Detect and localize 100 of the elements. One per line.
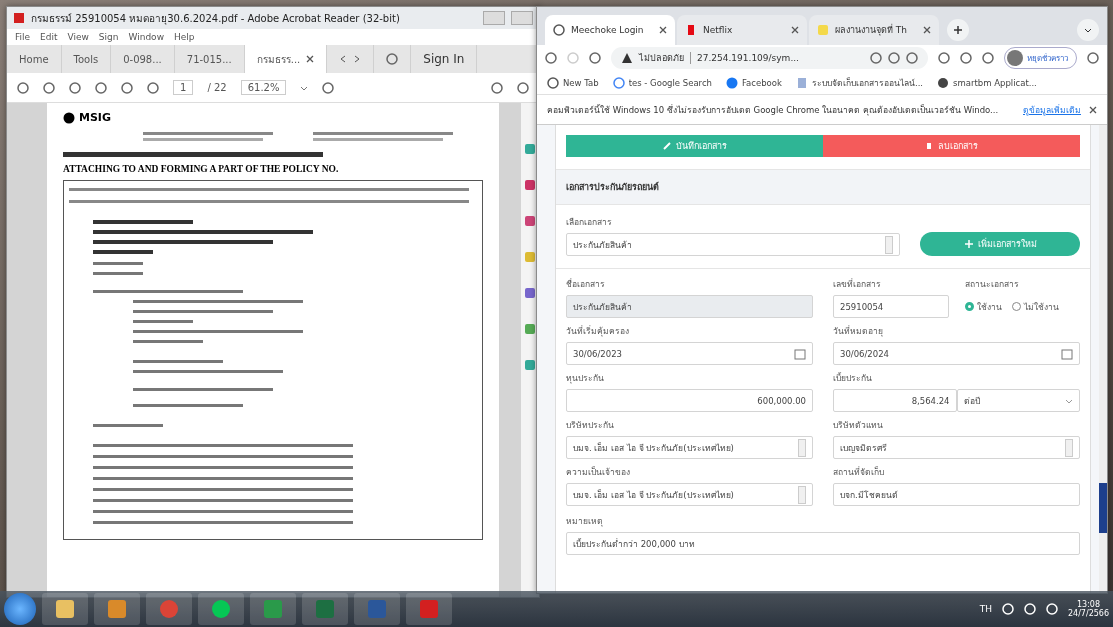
- menu-item[interactable]: Window: [128, 32, 164, 42]
- field-label: บริษัทประกัน: [566, 419, 615, 432]
- play-icon: [107, 599, 127, 619]
- taskbar-app[interactable]: [198, 593, 244, 625]
- security-label: ไม่ปลอดภัย: [639, 52, 684, 65]
- globe-icon: [547, 76, 559, 89]
- field-label: สถานที่จัดเก็บ: [833, 465, 885, 479]
- menu-item[interactable]: Edit: [40, 32, 58, 42]
- menu-item[interactable]: Sign: [98, 32, 119, 42]
- tool-icon: [524, 251, 536, 263]
- period-select[interactable]: ต่อปี: [956, 389, 1080, 412]
- taskbar-app[interactable]: [354, 593, 400, 625]
- language-indicator[interactable]: TH: [979, 604, 992, 614]
- tool-icon: [524, 143, 536, 155]
- field-label: ชื่อเอกสาร: [566, 277, 606, 291]
- calendar-icon: [794, 347, 806, 360]
- bookmark[interactable]: tes - Google Search: [612, 76, 712, 89]
- section-header: เอกสารประกันภัยรถยนต์: [556, 169, 1090, 205]
- taskbar-app[interactable]: [146, 593, 192, 625]
- taskbar-app[interactable]: [94, 593, 140, 625]
- clock[interactable]: 13:08 24/7/2566: [1067, 600, 1109, 618]
- tab[interactable]: กรมธรร...: [244, 45, 328, 73]
- taskbar-app[interactable]: [42, 593, 88, 625]
- plus-icon: [963, 239, 974, 249]
- browser-tab[interactable]: ผลงานงานจุดที่ Th: [809, 15, 939, 45]
- tool-icon: [524, 215, 536, 227]
- new-tab-button[interactable]: [947, 19, 969, 41]
- globe-icon: [553, 24, 565, 36]
- select-field[interactable]: บมจ. เอ็ม เอส ไอ จี ประกันภัย(ประเทศไทย): [566, 436, 813, 459]
- maximize-button[interactable]: [511, 11, 533, 25]
- close-icon: [659, 26, 667, 34]
- close-icon: [923, 26, 931, 34]
- close-icon: [791, 26, 799, 34]
- address-bar[interactable]: ไม่ปลอดภัย 27.254.191.109/sym...: [611, 47, 928, 69]
- taskbar-app[interactable]: [250, 593, 296, 625]
- field-label: ทุนประกัน: [566, 372, 605, 385]
- chevron-left-icon: [339, 55, 348, 63]
- n-letter-icon: [685, 24, 697, 36]
- field-label: วันที่หมดอายุ: [833, 324, 884, 338]
- chevron-right-icon: [353, 55, 362, 63]
- plus-icon: [953, 25, 963, 35]
- url-text: 27.254.191.109/sym...: [697, 53, 799, 63]
- info-bar-message: คอมพิวเตอร์นี้ใช้ Windows 10 ซึ่งไม่รองรับการอัปเดต Google Chrome ในอนาคต คุณต้องอัปเดตเป็นเวอร์ชัน Windo...: [547, 103, 1000, 117]
- select-field[interactable]: บมจ. เอ็ม เอส ไอ จี ประกันภัย(ประเทศไทย): [566, 483, 813, 506]
- logo-mark-icon: [63, 111, 75, 124]
- excel-icon: [315, 599, 335, 619]
- radio-option[interactable]: ไม่ใช้งาน: [1011, 299, 1059, 314]
- tool-icon: [524, 287, 536, 299]
- spinner-icon: [885, 235, 893, 254]
- warning-icon: [621, 52, 633, 64]
- field-label: บริษัทตัวแทน: [833, 419, 884, 432]
- field-label: วันที่เริ่มคุ้มครอง: [566, 324, 630, 338]
- window-title: กรมธรรม์ 25910054 หมดอายุ30.6.2024.pdf - Adobe Acrobat Reader (32-bit): [31, 11, 401, 26]
- logo-text: MSIG: [79, 111, 111, 124]
- field-label: หมายเหตุ: [566, 515, 604, 528]
- tab-search-button[interactable]: [1077, 19, 1099, 41]
- field-label: เบี้ยประกัน: [833, 371, 873, 385]
- folder-icon: [55, 599, 75, 619]
- acrobat-icon: [419, 599, 439, 619]
- page-total: / 22: [207, 82, 227, 93]
- menu-item[interactable]: File: [15, 32, 31, 42]
- facebook-icon: [726, 76, 738, 89]
- zoom-select[interactable]: 61.2%: [240, 80, 287, 95]
- taskbar-app[interactable]: [302, 593, 348, 625]
- name-field: ประกันภัยสินค้า: [566, 295, 813, 318]
- chrome-icon: [159, 599, 179, 619]
- chat-icon: [211, 599, 231, 619]
- tool-icon: [524, 359, 536, 371]
- spinner-icon: [1065, 438, 1073, 457]
- date-field[interactable]: 30/06/2023: [566, 342, 813, 365]
- page-number-field[interactable]: 1: [173, 80, 194, 95]
- field-label: เลือกเอกสาร: [566, 216, 613, 229]
- browser-tab[interactable]: Netflix: [677, 15, 807, 45]
- bookmark[interactable]: Facebook: [726, 76, 782, 89]
- document-select[interactable]: ประกันภัยสินค้า: [566, 233, 900, 256]
- amount-field[interactable]: 600,000.00: [566, 389, 813, 412]
- premium-field[interactable]: 8,564.24: [833, 389, 957, 412]
- bookmark[interactable]: ระบบจัดเก็บเอกสารออนไลน์...: [795, 75, 924, 90]
- select-field[interactable]: เบญจมิตรศรี: [833, 436, 1080, 459]
- start-button[interactable]: [4, 593, 36, 625]
- bookmark[interactable]: New Tab: [547, 76, 599, 89]
- policy-heading: ATTACHING TO AND FORMING A PART OF THE POLICY NO.: [63, 164, 340, 174]
- bookmark[interactable]: smartbm Applicat...: [937, 76, 1037, 89]
- radio-option[interactable]: ใช้งาน: [964, 299, 1002, 314]
- browser-tab[interactable]: Meechoke Login: [545, 15, 675, 45]
- text-field[interactable]: บจก.มีโชคยนต์: [833, 483, 1080, 506]
- tool-icon: [524, 323, 536, 335]
- menu-item[interactable]: View: [67, 32, 89, 42]
- pencil-icon: [662, 142, 671, 150]
- close-icon: [1089, 105, 1097, 114]
- app-icon: [937, 76, 950, 89]
- learn-more-link[interactable]: ดูข้อมูลเพิ่มเติม: [1023, 102, 1081, 117]
- taskbar-app[interactable]: [406, 593, 452, 625]
- minimize-button[interactable]: [483, 11, 505, 25]
- spinner-icon: [798, 438, 806, 457]
- date-field[interactable]: 30/06/2024: [833, 342, 1080, 365]
- menu-item[interactable]: Help: [174, 32, 195, 42]
- number-field[interactable]: 25910054: [833, 295, 949, 318]
- field-label: สถานะเอกสาร: [964, 278, 1020, 291]
- note-field[interactable]: เบี้ยประกันต่ำกว่า 200,000 บาท: [566, 532, 1080, 555]
